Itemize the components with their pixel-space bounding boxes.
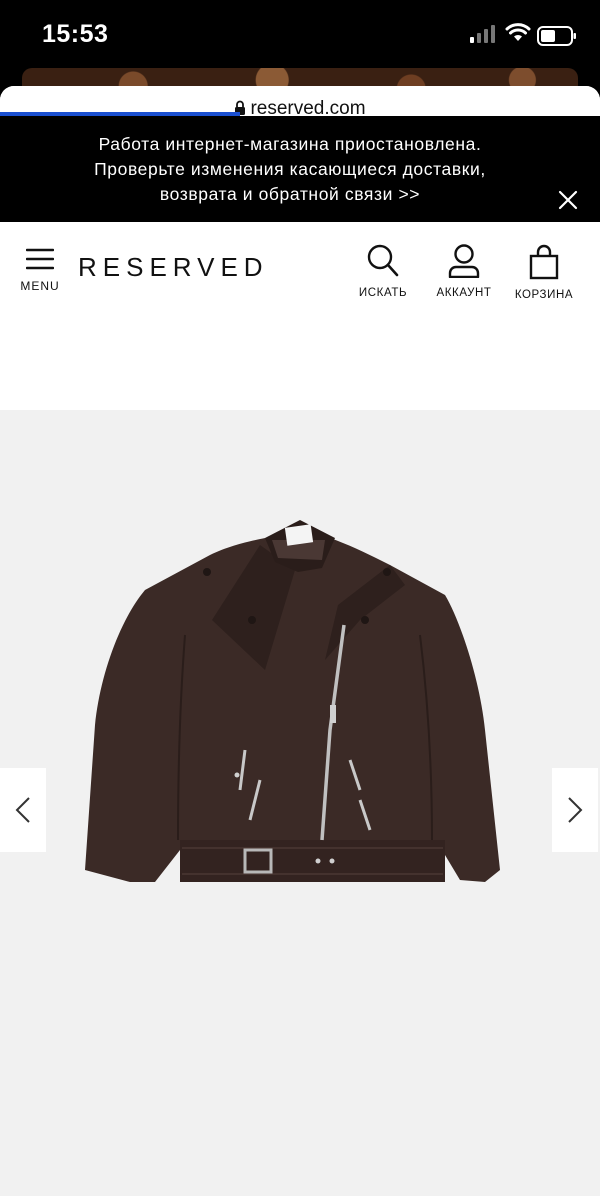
notice-banner[interactable]: Работа интернет-магазина приостановлена.… xyxy=(0,116,600,222)
hamburger-icon xyxy=(25,248,55,274)
site-header: MENU RESERVED ИСКАТЬ АККАУНТ КОРЗИНА xyxy=(0,222,600,308)
search-label: ИСКАТЬ xyxy=(358,287,408,299)
browser-sheet: reserved.com Работа интернет-магазина пр… xyxy=(0,86,600,1196)
product-gallery xyxy=(0,410,600,1196)
status-time: 15:53 xyxy=(42,20,109,48)
search-button[interactable]: ИСКАТЬ xyxy=(352,244,414,299)
shopping-bag-icon xyxy=(528,244,560,284)
account-label: АККАУНТ xyxy=(436,287,492,299)
account-button[interactable]: АККАУНТ xyxy=(428,244,500,299)
product-image[interactable] xyxy=(60,510,540,935)
address-bar[interactable]: reserved.com xyxy=(0,86,600,119)
prev-image-button[interactable] xyxy=(0,768,46,852)
status-bar: 15:53 xyxy=(0,0,600,70)
cart-label: КОРЗИНА xyxy=(514,289,574,301)
notice-line-1: Работа интернет-магазина приостановлена. xyxy=(98,134,482,154)
user-icon xyxy=(447,244,481,282)
cart-button[interactable]: КОРЗИНА xyxy=(508,244,580,301)
wifi-icon xyxy=(505,23,531,48)
notice-line-3: возврата и обратной связи >> xyxy=(159,184,421,204)
scrolled-text-fragment: ​ xyxy=(18,304,218,314)
menu-label: MENU xyxy=(20,279,60,293)
notice-line-2: Проверьте изменения касающиеся доставки, xyxy=(94,159,486,179)
search-icon xyxy=(367,244,399,282)
close-icon[interactable] xyxy=(558,190,578,210)
site-logo[interactable]: RESERVED xyxy=(78,252,269,283)
menu-button[interactable]: MENU xyxy=(18,248,62,293)
notice-text[interactable]: Работа интернет-магазина приостановлена.… xyxy=(40,132,540,207)
battery-icon xyxy=(537,26,577,51)
next-image-button[interactable] xyxy=(552,768,598,852)
cellular-signal-icon xyxy=(470,25,496,48)
